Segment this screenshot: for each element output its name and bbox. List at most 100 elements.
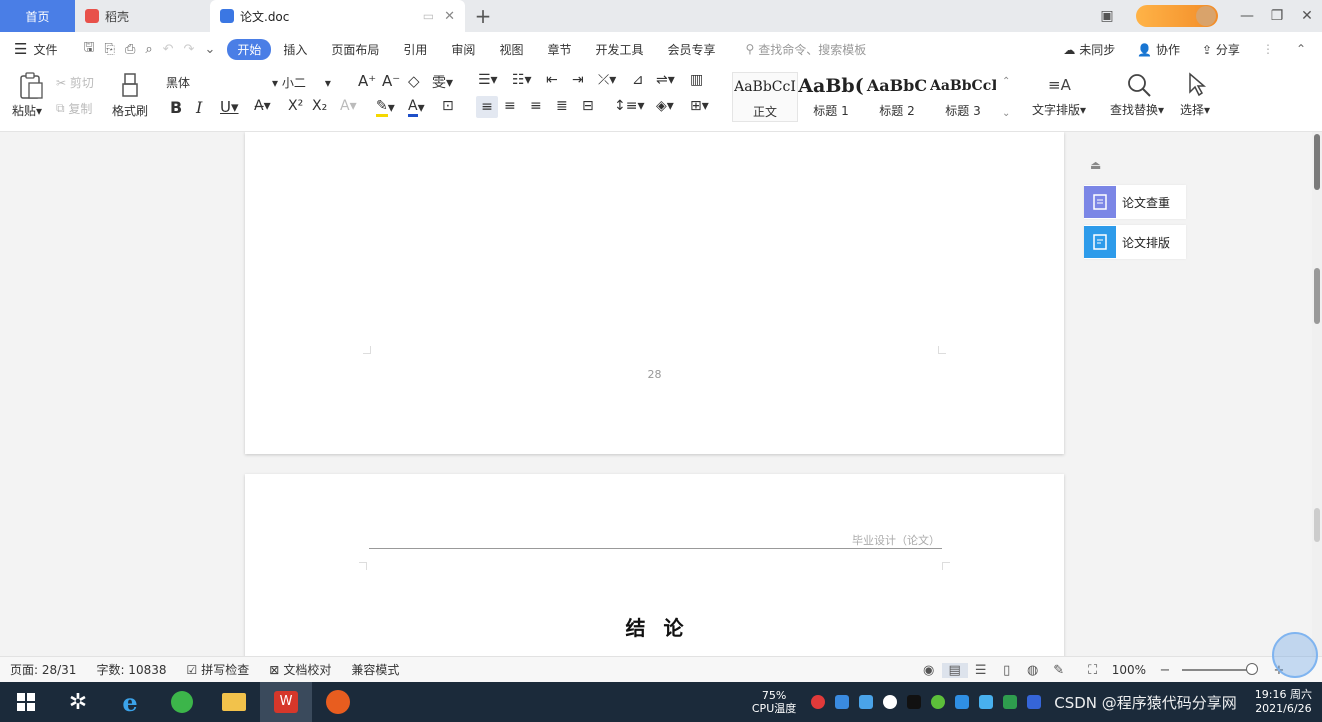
tab-developer[interactable]: 开发工具	[583, 41, 655, 58]
vip-account-button[interactable]	[1136, 5, 1218, 27]
undo-icon[interactable]: ↶	[163, 42, 174, 57]
eye-protect-icon[interactable]: ◉	[916, 663, 942, 678]
tab-document[interactable]: 论文.doc ▭ ✕	[210, 0, 465, 32]
clear-format-icon[interactable]: ◇	[408, 72, 420, 90]
tab-insert[interactable]: 插入	[271, 41, 319, 58]
increase-indent-icon[interactable]: ⇥	[572, 72, 584, 88]
style-heading-3[interactable]: AaBbCcI 标题 3	[930, 72, 996, 122]
web-view-icon[interactable]: ◍	[1020, 663, 1046, 678]
write-mode-icon[interactable]: ✎	[1046, 663, 1072, 678]
show-marks-icon[interactable]: ▥	[690, 72, 703, 88]
shrink-font-icon[interactable]: A⁻	[382, 72, 400, 90]
page-28[interactable]: 28	[245, 132, 1064, 454]
tray-app-icon[interactable]	[955, 695, 970, 709]
format-painter-icon[interactable]	[120, 72, 142, 100]
justify-icon[interactable]: ≣	[556, 98, 568, 114]
zoom-slider-knob[interactable]	[1246, 663, 1258, 675]
cpu-temp-widget[interactable]: 75% CPU温度	[752, 689, 796, 715]
doc-proofread-button[interactable]: ⊠ 文档校对	[269, 661, 331, 678]
save-icon[interactable]: 🖫	[83, 38, 94, 60]
ie-browser-icon[interactable]: e	[104, 682, 156, 722]
tray-app-icon[interactable]	[811, 695, 826, 709]
tab-start[interactable]: 开始	[227, 38, 272, 60]
pinwheel-app-icon[interactable]: ✲	[52, 682, 104, 722]
green-browser-icon[interactable]	[156, 682, 208, 722]
wps-office-icon[interactable]: W	[260, 682, 312, 722]
zoom-out-icon[interactable]: −	[1152, 663, 1178, 678]
text-layout-button[interactable]: 文字排版▾	[1032, 101, 1086, 118]
char-border-icon[interactable]: ⊡	[442, 98, 454, 114]
tray-app-icon[interactable]	[835, 695, 850, 709]
close-tab-icon[interactable]: ✕	[444, 9, 455, 24]
find-replace-icon[interactable]	[1126, 72, 1152, 98]
tray-app-icon[interactable]	[931, 695, 946, 709]
floating-assistant-bubble[interactable]	[1272, 632, 1318, 678]
qq-icon[interactable]	[907, 695, 922, 709]
paste-icon[interactable]	[18, 72, 44, 100]
tab-chapter[interactable]: 章节	[535, 41, 583, 58]
print-preview-icon[interactable]: ⌕	[145, 42, 152, 57]
style-scroll-down-icon[interactable]: ⌄	[1002, 108, 1010, 119]
tab-page-layout[interactable]: 页面布局	[319, 41, 391, 58]
page-29[interactable]: 毕业设计（论文） 结论	[245, 474, 1064, 656]
collapse-ribbon-icon[interactable]: ⌃	[1296, 42, 1306, 56]
subscript-icon[interactable]: X₂	[312, 98, 327, 114]
align-right-icon[interactable]: ≡	[530, 98, 542, 114]
page-view-icon[interactable]: ▤	[941, 662, 968, 678]
select-button[interactable]: 选择▾	[1180, 101, 1210, 118]
paper-check-button[interactable]: 论文查重	[1084, 185, 1186, 219]
scrollbar-thumb[interactable]	[1314, 134, 1320, 190]
style-heading-2[interactable]: AaBbC 标题 2	[864, 72, 930, 122]
bullets-icon[interactable]: ☰▾	[478, 72, 498, 88]
style-normal[interactable]: AaBbCcI 正文	[732, 72, 798, 122]
shading-icon[interactable]: ◈▾	[656, 98, 674, 114]
fit-page-icon[interactable]: ⛶	[1080, 663, 1106, 678]
paper-layout-button[interactable]: 论文排版	[1084, 225, 1186, 259]
strikethrough-icon[interactable]: A̶▾	[254, 98, 271, 114]
underline-icon[interactable]: U▾	[220, 98, 239, 116]
text-layout-icon[interactable]: ≡A	[1046, 72, 1072, 96]
system-clock[interactable]: 19:16 周六 2021/6/26	[1255, 688, 1312, 716]
word-count[interactable]: 字数: 10838	[96, 661, 166, 678]
reading-view-icon[interactable]: ▯	[994, 663, 1020, 678]
text-effect-icon[interactable]: A▾	[340, 98, 357, 114]
outline-view-icon[interactable]: ☰	[968, 663, 994, 678]
bluetooth-icon[interactable]	[1027, 695, 1042, 709]
font-size-select[interactable]: ▾ 小二 ▾	[272, 74, 350, 91]
qat-more-icon[interactable]: ⌄	[204, 42, 215, 57]
share-button[interactable]: ⇪ 分享	[1202, 41, 1240, 58]
output-pdf-icon[interactable]: ⎘	[105, 42, 115, 57]
more-icon[interactable]: ⋮	[1262, 42, 1274, 56]
media-app-icon[interactable]	[312, 682, 364, 722]
superscript-icon[interactable]: X²	[288, 98, 303, 114]
style-scroll-up-icon[interactable]: ⌃	[1002, 76, 1010, 87]
file-explorer-icon[interactable]	[208, 682, 260, 722]
format-painter-label[interactable]: 格式刷	[112, 102, 148, 119]
find-replace-button[interactable]: 查找替换▾	[1110, 101, 1164, 118]
tab-daoke[interactable]: 稻壳	[75, 0, 210, 32]
tab-review[interactable]: 审阅	[439, 41, 487, 58]
font-color-icon[interactable]: A ▾	[408, 98, 425, 117]
style-heading-1[interactable]: AaBb( 标题 1	[798, 72, 864, 122]
panel-collapse-icon[interactable]: ⏏	[1090, 158, 1101, 172]
copy-button[interactable]: ⧉ 复制	[56, 100, 92, 117]
zoom-slider[interactable]	[1182, 663, 1258, 675]
bold-icon[interactable]: B	[170, 98, 182, 117]
pin-icon[interactable]: ▭	[423, 9, 434, 23]
vertical-scrollbar[interactable]	[1312, 132, 1322, 656]
scrollbar-thumb-secondary[interactable]	[1314, 268, 1320, 324]
tab-view[interactable]: 视图	[487, 41, 535, 58]
windows-start-icon[interactable]	[0, 682, 52, 722]
chinese-layout-icon[interactable]: ⤫▾	[598, 72, 616, 88]
grow-font-icon[interactable]: A⁺	[358, 72, 376, 90]
spellcheck-button[interactable]: ☑ 拼写检查	[187, 661, 250, 678]
highlight-icon[interactable]: ✎ ▾	[376, 98, 395, 117]
tab-home[interactable]: 首页	[0, 0, 75, 32]
collab-button[interactable]: 👤 协作	[1137, 41, 1180, 58]
paste-button[interactable]: 粘贴▾	[12, 102, 42, 119]
align-center-icon[interactable]: ≡	[504, 98, 516, 114]
sync-button[interactable]: ☁ 未同步	[1063, 41, 1115, 58]
restore-icon[interactable]: ❐	[1262, 8, 1292, 24]
minimize-icon[interactable]: —	[1232, 8, 1262, 24]
tab-member[interactable]: 会员专享	[655, 41, 727, 58]
